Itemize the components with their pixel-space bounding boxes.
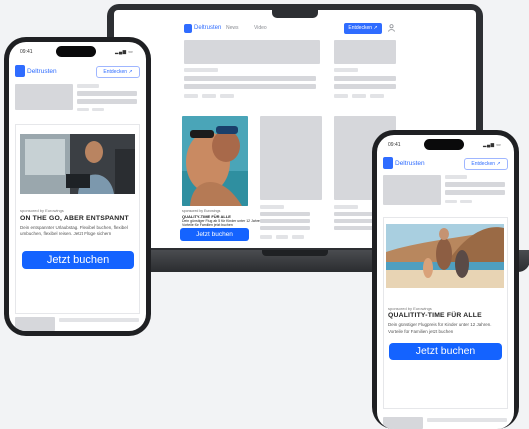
ad-sponsor: sponsored by Eurowings [388,306,432,311]
ad-body-line: Vorteile für Familien jetzt buchen [182,223,233,227]
brand-name[interactable]: Deltrusten [27,68,57,75]
ad-title: QUALITITY-TIME FÜR ALLE [388,312,482,319]
ad-image-couple[interactable] [182,116,248,206]
brand-logo[interactable] [184,24,192,33]
status-icons: ▂▄▆ ▭ [483,142,502,147]
brand-name[interactable]: Deltrusten [194,25,221,31]
phone-right-screen: 09:41 ▂▄▆ ▭ Deltrusten Entdecken ↗ spons… [377,135,514,429]
ad-title: ON THE GO, ABER ENTSPANNT [20,215,129,222]
brand-name[interactable]: Deltrusten [395,160,425,167]
laptop-hinge [262,250,328,256]
nav-item-video[interactable]: Video [254,25,267,31]
entdecken-button[interactable]: Entdecken ↗ [96,66,140,78]
status-icons: ▂▄▆ ▭ [115,49,134,54]
ad-body-line: Vorteile für Familien jetzt buchen [388,329,454,334]
brand-logo[interactable] [15,65,25,77]
entdecken-button[interactable]: Entdecken ↗ [344,23,382,34]
phone-left-screen: 09:41 ▂▄▆ ▭ Deltrusten Entdecken ↗ spons… [9,42,146,331]
ad-image-family-beach[interactable] [386,224,504,288]
dynamic-island [424,139,464,150]
dynamic-island [56,46,96,57]
laptop-camera-notch [272,10,318,18]
ad-sponsor: sponsored by Eurowings [182,209,221,213]
ad-image-traveler[interactable] [20,134,135,194]
jetzt-buchen-button[interactable]: Jetzt buchen [389,343,502,360]
status-time: 09:41 [20,49,33,55]
nav-item-news[interactable]: News [226,25,239,31]
ad-sponsor: sponsored by Eurowings [20,208,64,213]
jetzt-buchen-button[interactable]: Jetzt buchen [180,228,249,241]
ad-body-line: Dein günstiger Flugpreis für Kinder unte… [388,322,492,327]
status-time: 09:41 [388,142,401,148]
ad-body-line: umbuchen, flexibel reisen. Jetzt Flüge s… [20,231,112,236]
person-icon[interactable] [388,24,395,34]
jetzt-buchen-button[interactable]: Jetzt buchen [22,251,134,269]
brand-logo[interactable] [383,157,393,169]
entdecken-button[interactable]: Entdecken ↗ [464,158,508,170]
